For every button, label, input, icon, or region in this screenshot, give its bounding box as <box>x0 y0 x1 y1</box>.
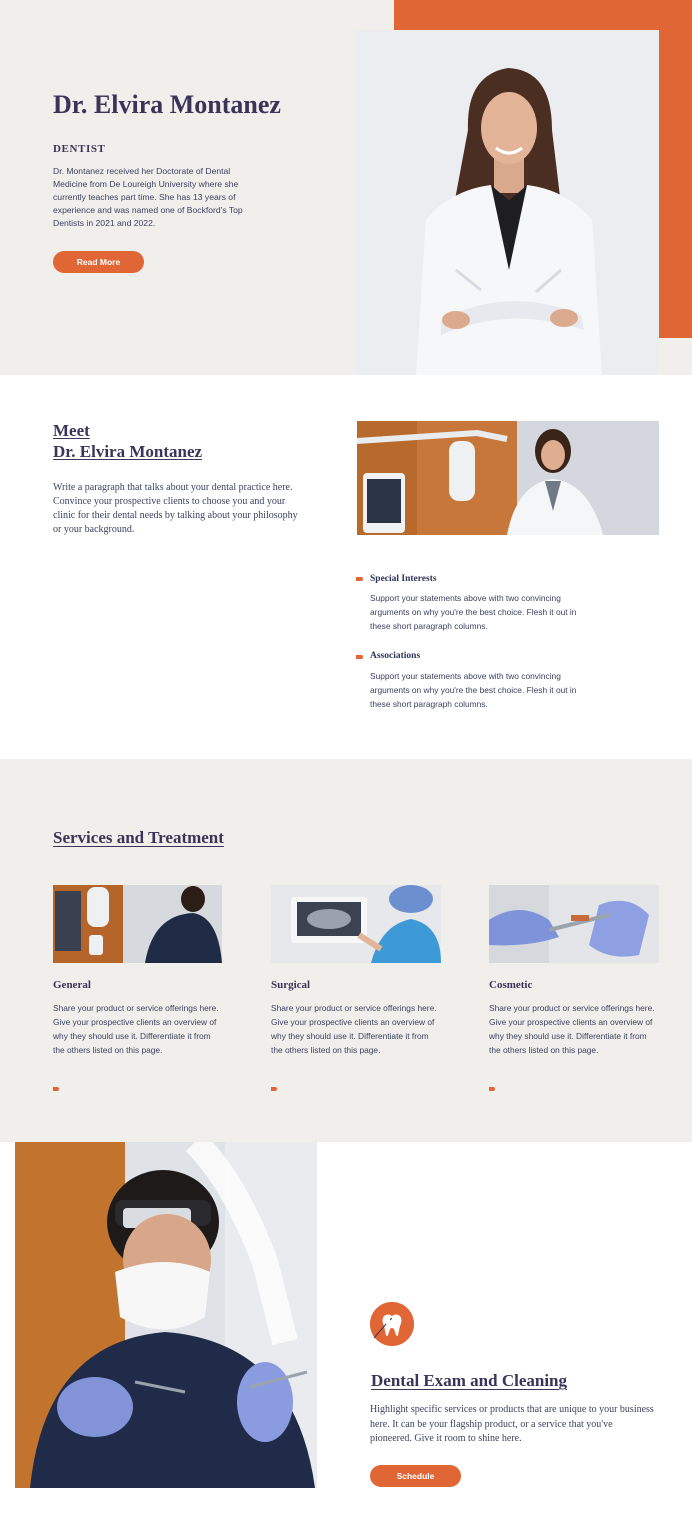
exam-heading[interactable]: Dental Exam and Cleaning <box>371 1371 567 1391</box>
feature-bullet-icon <box>356 655 363 659</box>
service-arrow-icon[interactable] <box>489 1087 495 1091</box>
service-arrow-icon[interactable] <box>53 1087 59 1091</box>
dental-exam-photo <box>15 1142 317 1488</box>
read-more-button[interactable]: Read More <box>53 251 144 273</box>
feature-bullet-icon <box>356 577 363 581</box>
service-text-cosmetic: Share your product or service offerings … <box>489 1003 655 1055</box>
service-title-cosmetic: Cosmetic <box>489 979 533 991</box>
services-heading[interactable]: Services and Treatment <box>53 828 224 848</box>
doctor-portrait-photo <box>356 30 659 375</box>
meet-heading-line2: Dr. Elvira Montanez <box>53 442 203 461</box>
service-arrow-icon[interactable] <box>271 1087 277 1091</box>
meet-heading[interactable]: Meet Dr. Elvira Montanez <box>53 420 202 462</box>
service-text-surgical: Share your product or service offerings … <box>271 1003 437 1055</box>
feature-title-associations: Associations <box>370 651 421 661</box>
service-text-general: Share your product or service offerings … <box>53 1003 219 1055</box>
clinic-doctor-photo <box>357 421 659 535</box>
feature-title-special-interests: Special Interests <box>370 574 437 584</box>
general-service-photo <box>53 885 222 963</box>
doctor-role-label: DENTIST <box>53 143 106 155</box>
cosmetic-service-photo <box>489 885 659 963</box>
feature-text-special-interests: Support your statements above with two c… <box>370 593 577 631</box>
doctor-bio: Dr. Montanez received her Doctorate of D… <box>53 166 243 228</box>
feature-text-associations: Support your statements above with two c… <box>370 671 577 709</box>
hero-section: Dr. Elvira Montanez DENTIST Dr. Montanez… <box>0 0 692 375</box>
service-title-surgical: Surgical <box>271 979 311 991</box>
meet-heading-line1: Meet <box>53 421 90 440</box>
service-title-general: General <box>53 979 91 991</box>
surgical-service-photo <box>271 885 441 963</box>
tooth-icon <box>370 1302 414 1346</box>
doctor-name-heading: Dr. Elvira Montanez <box>53 90 281 119</box>
meet-paragraph: Write a paragraph that talks about your … <box>53 482 298 535</box>
exam-paragraph: Highlight specific services or products … <box>370 1404 654 1444</box>
schedule-button[interactable]: Schedule <box>370 1465 461 1487</box>
